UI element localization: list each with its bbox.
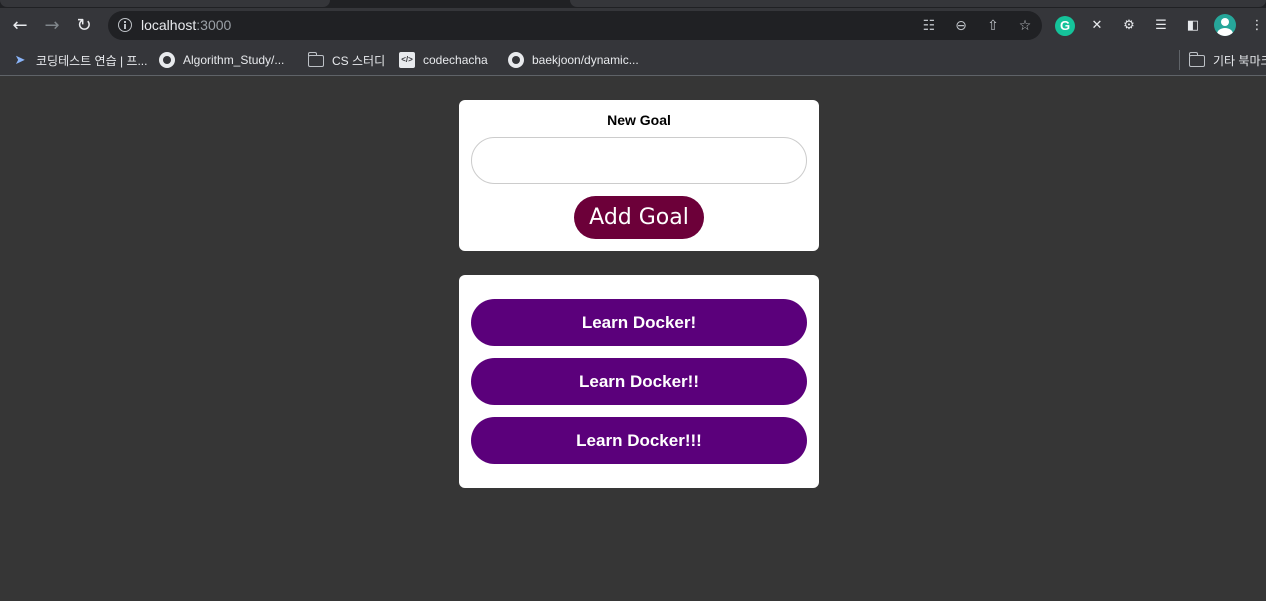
profile-avatar[interactable] [1214, 14, 1236, 36]
url-port: :3000 [196, 17, 232, 33]
bookmark-folder[interactable]: CS 스터디 [307, 49, 386, 71]
grammarly-extension-icon[interactable]: G [1055, 16, 1075, 36]
tab-strip [0, 0, 1266, 8]
extensions-puzzle-icon[interactable]: ⚙ [1119, 16, 1139, 36]
back-arrow-icon[interactable]: ← [10, 16, 30, 36]
share-icon[interactable]: ⇧ [984, 17, 1002, 35]
bookmark-item[interactable]: Algorithm_Study/... [159, 49, 284, 71]
bookmark-label: codechacha [423, 53, 488, 67]
translate-icon[interactable]: ☷ [920, 17, 938, 35]
goal-input[interactable] [471, 137, 807, 184]
tab[interactable] [0, 0, 330, 7]
x-extension-icon[interactable]: ✕ [1087, 16, 1107, 36]
forward-arrow-icon[interactable]: → [42, 16, 62, 36]
zoom-out-icon[interactable]: ⊖ [952, 17, 970, 35]
goal-item[interactable]: Learn Docker! [471, 299, 807, 346]
new-goal-label: New Goal [607, 112, 671, 128]
kebab-menu-icon[interactable]: ⋮ [1247, 16, 1266, 36]
bookmark-star-icon[interactable]: ☆ [1016, 17, 1034, 35]
side-panel-icon[interactable]: ◧ [1183, 16, 1203, 36]
bookmark-item[interactable]: baekjoon/dynamic... [508, 49, 639, 71]
tab[interactable] [570, 0, 1266, 7]
reload-icon[interactable]: ↻ [74, 16, 94, 36]
folder-icon [307, 52, 324, 67]
goal-form-card: New Goal Add Goal [459, 100, 819, 251]
bookmark-label: 기타 북마크 [1213, 53, 1266, 68]
url-host: localhost [141, 17, 197, 33]
goal-item[interactable]: Learn Docker!!! [471, 417, 807, 464]
bookmark-label: CS 스터디 [332, 53, 386, 68]
goal-list-card: Learn Docker! Learn Docker!! Learn Docke… [459, 275, 819, 488]
browser-chrome: ← → ↻ localhost:3000 ☷ ⊖ ⇧ ☆ G ✕ ⚙ ☰ ◧ ⋮… [0, 0, 1266, 76]
address-bar[interactable]: localhost:3000 ☷ ⊖ ⇧ ☆ [108, 11, 1042, 40]
bookmark-item[interactable]: ➤ 코딩테스트 연습 | 프... [12, 49, 148, 71]
bird-icon: ➤ [14, 52, 26, 67]
info-icon[interactable] [118, 18, 132, 32]
folder-icon [1188, 52, 1205, 67]
bookmarks-bar: ➤ 코딩테스트 연습 | 프... Algorithm_Study/... CS… [0, 44, 1266, 76]
bookmark-item[interactable]: </> codechacha [399, 49, 488, 71]
url-text[interactable]: localhost:3000 [141, 17, 231, 33]
github-icon [508, 52, 524, 68]
goal-item[interactable]: Learn Docker!! [471, 358, 807, 405]
bookmarks-divider [1179, 50, 1180, 70]
bookmark-label: baekjoon/dynamic... [532, 53, 639, 67]
other-bookmarks-folder[interactable]: 기타 북마크 [1188, 49, 1266, 71]
bookmark-label: 코딩테스트 연습 | 프... [36, 53, 148, 68]
code-icon: </> [399, 52, 415, 68]
github-icon [159, 52, 175, 68]
toolbar: ← → ↻ localhost:3000 ☷ ⊖ ⇧ ☆ G ✕ ⚙ ☰ ◧ ⋮ [0, 8, 1266, 44]
add-goal-button[interactable]: Add Goal [574, 196, 704, 239]
bookmark-label: Algorithm_Study/... [183, 53, 285, 67]
reading-list-icon[interactable]: ☰ [1151, 16, 1171, 36]
